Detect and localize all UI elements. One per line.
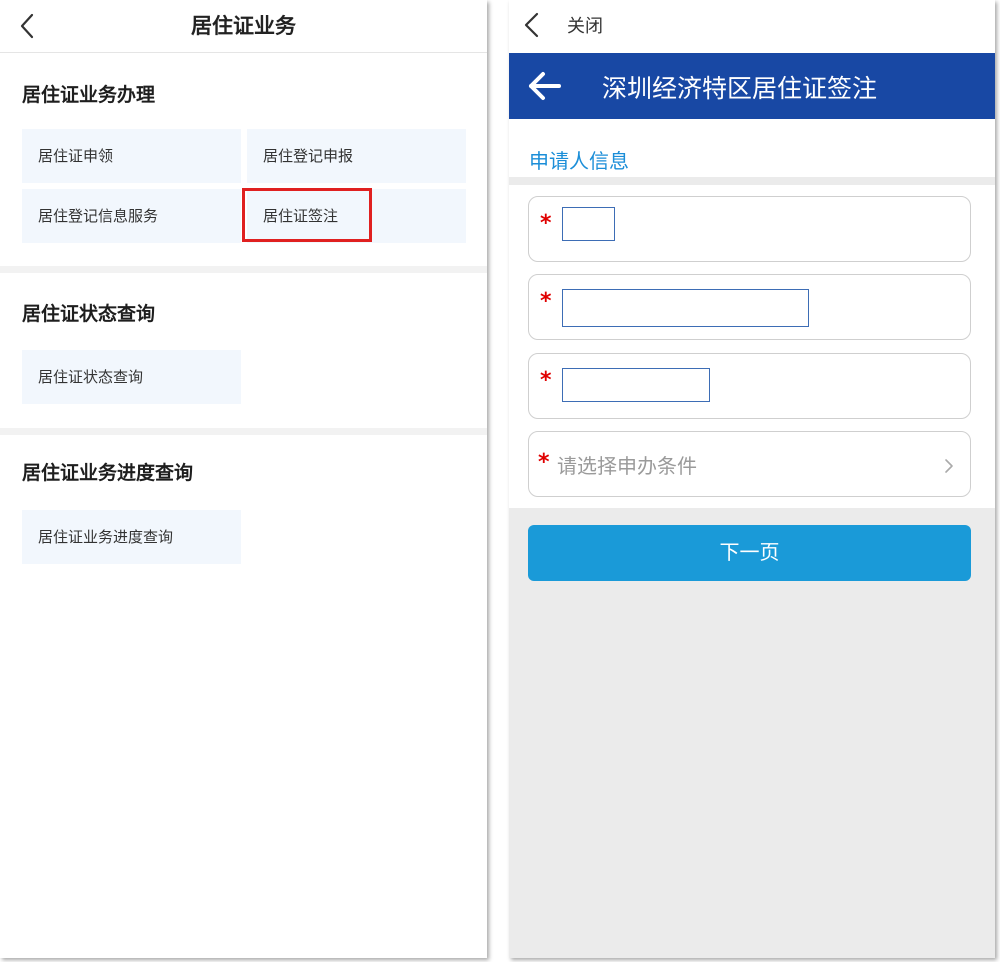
required-asterisk: * — [540, 211, 552, 236]
section-divider — [0, 428, 487, 435]
required-asterisk: * — [538, 450, 550, 475]
header-bar: 居住证业务 — [0, 0, 487, 53]
highlight-box — [242, 188, 372, 242]
back-arrow-icon[interactable] — [527, 70, 563, 102]
page-title: 居住证业务 — [191, 14, 296, 38]
input-field-1[interactable] — [562, 207, 615, 241]
tile-residence-registration[interactable]: 居住登记申报 — [247, 129, 466, 183]
condition-select[interactable]: * 请选择申办条件 — [528, 431, 971, 497]
section-divider — [0, 266, 487, 273]
endorsement-form-screen: 关闭 深圳经济特区居住证签注 申请人信息 * * * * 请选择申办条件 下一页 — [509, 0, 995, 958]
condition-select-placeholder: 请选择申办条件 — [557, 454, 697, 478]
tile-permit-application[interactable]: 居住证申领 — [22, 129, 241, 183]
title-bar: 深圳经济特区居住证签注 — [509, 53, 995, 119]
close-button[interactable]: 关闭 — [567, 12, 603, 38]
required-asterisk: * — [540, 368, 552, 393]
tile-registration-info-service[interactable]: 居住登记信息服务 — [22, 189, 241, 243]
next-page-button[interactable]: 下一页 — [528, 525, 971, 581]
back-chevron-icon[interactable] — [521, 10, 543, 40]
section-title-progress: 居住证业务进度查询 — [22, 462, 194, 484]
form-title: 深圳经济特区居住证签注 — [602, 74, 878, 103]
field-row-2: * — [528, 274, 971, 340]
required-asterisk: * — [540, 289, 552, 314]
divider — [509, 177, 995, 185]
business-menu-screen: 居住证业务 居住证业务办理 居住证申领 居住登记申报 居住登记信息服务 居住证签… — [0, 0, 487, 958]
field-row-1: * — [528, 196, 971, 262]
section-title-handling: 居住证业务办理 — [22, 84, 156, 106]
field-row-3: * — [528, 353, 971, 419]
browser-top-bar: 关闭 — [509, 0, 995, 53]
section-title-status: 居住证状态查询 — [22, 303, 156, 325]
input-field-2[interactable] — [562, 289, 809, 327]
chevron-right-icon — [945, 459, 953, 473]
input-field-3[interactable] — [562, 368, 710, 402]
form-panel: 申请人信息 * * * * 请选择申办条件 — [509, 119, 995, 508]
applicant-info-heading: 申请人信息 — [529, 149, 629, 173]
tile-progress-query[interactable]: 居住证业务进度查询 — [22, 510, 241, 564]
tile-status-query[interactable]: 居住证状态查询 — [22, 350, 241, 404]
